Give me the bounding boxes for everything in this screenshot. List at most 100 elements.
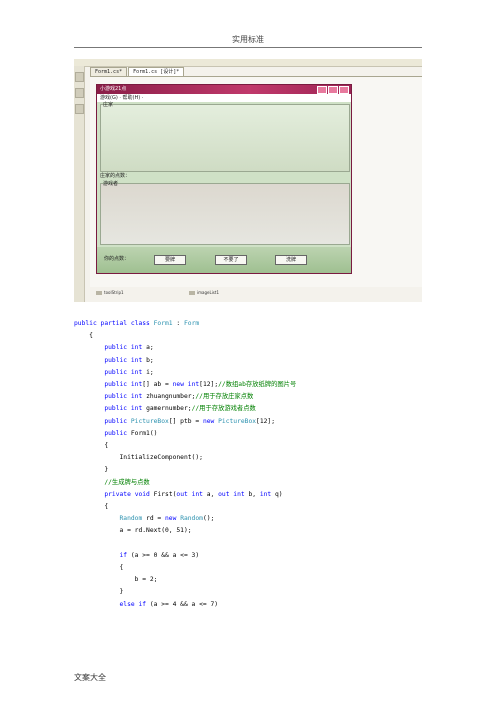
code-line: public int i; [74, 367, 464, 379]
code-line: InitializeComponent(); [74, 452, 464, 464]
code-line: { [74, 501, 464, 513]
hit-button[interactable]: 要牌 [154, 255, 186, 265]
minimize-icon[interactable] [317, 86, 327, 94]
code-token: Random [180, 515, 203, 523]
code-token: (a >= 4 && a <= 7) [149, 600, 219, 608]
ide-toolbar [74, 59, 422, 67]
code-token: //用于存放庄家点数 [195, 393, 254, 401]
page-header: 实用标准 [232, 35, 264, 44]
code-token: PictureBox [218, 417, 257, 425]
ide-screenshot: Form1.cs* Form1.cs [设计]* 小游戏21点 游戏(G) · … [74, 59, 422, 302]
code-token: out [176, 490, 192, 498]
dealer-group-label: 庄家 [103, 102, 114, 108]
close-icon[interactable] [339, 86, 349, 94]
code-token: int [187, 381, 200, 389]
code-token: int [130, 356, 147, 364]
stand-button[interactable]: 不要了 [215, 255, 247, 265]
code-line: a = rd.Next(0, 51); [74, 525, 464, 537]
code-line: public PictureBox[] ptb = new PictureBox… [74, 416, 464, 428]
window-buttons [316, 86, 349, 98]
code-token: public [104, 429, 131, 437]
code-token: new [202, 417, 219, 425]
code-token: b = 2; [134, 576, 158, 584]
code-token: [12]; [199, 381, 219, 389]
code-line: Random rd = new Random(); [74, 513, 464, 525]
component-imagelist[interactable]: imageList1 [189, 290, 219, 295]
code-token: //用于存放游戏者点数 [191, 405, 256, 413]
code-token: InitializeComponent(); [119, 454, 203, 462]
code-token: [] ab = [142, 381, 173, 389]
code-token: int [130, 393, 147, 401]
code-token: { [104, 442, 109, 450]
code-token: public [104, 368, 131, 376]
code-line: public int a; [74, 342, 464, 354]
code-token: Form1 [153, 320, 173, 327]
dealer-score-label: 庄家的点数： [100, 173, 131, 179]
code-token: { [89, 332, 93, 340]
code-token: } [119, 588, 124, 596]
code-token: (a >= 0 && a <= 3) [130, 551, 200, 559]
header-rule [74, 47, 422, 48]
code-token: int [130, 368, 147, 376]
player-group-label: 游戏者 [103, 181, 119, 187]
code-line: public int[] ab = new int[12];//数组ab存放纸牌… [74, 379, 464, 391]
ide-side-toolbox [74, 66, 85, 302]
code-token: new [172, 381, 188, 389]
code-token: rd = [146, 515, 166, 523]
code-token: public [104, 405, 131, 413]
form-window: 小游戏21点 游戏(G) · 帮助(H) · 庄家 庄家的点数： 游戏者 你的点… [96, 84, 352, 274]
code-token: Random [119, 515, 147, 523]
code-line: } [74, 464, 464, 476]
code-token: int [259, 490, 276, 498]
code-token: First( [153, 490, 177, 498]
code-token: if [138, 600, 150, 608]
code-token: Form1() [130, 429, 158, 437]
shuffle-button[interactable]: 洗牌 [275, 255, 307, 265]
tab-form1-designer[interactable]: Form1.cs [设计]* [128, 67, 185, 76]
form-bottom-panel: 你的点数： 要牌 不要了 洗牌 [97, 247, 351, 273]
dealer-groupbox: 庄家 [100, 102, 350, 172]
code-line: else if (a >= 4 && a <= 7) [74, 599, 464, 611]
code-token: [12]; [256, 417, 275, 425]
imagelist-icon [189, 291, 195, 295]
code-line: public int b; [74, 355, 464, 367]
code-line: public int gamernumber;//用于存放游戏者点数 [74, 403, 464, 415]
code-token: int [233, 490, 249, 498]
code-token: PictureBox [130, 417, 169, 425]
editor-tabs: Form1.cs* Form1.cs [设计]* [90, 67, 185, 76]
code-token: out [218, 490, 234, 498]
component-toolstrip[interactable]: toolStrip1 [96, 290, 124, 295]
code-token: //数组ab存放纸牌的图片号 [218, 381, 297, 389]
player-groupbox: 游戏者 [100, 181, 350, 245]
code-token: partial [100, 320, 131, 327]
code-line: //生成牌与点数 [74, 477, 464, 489]
code-token: a, [206, 490, 219, 498]
code-token: : [172, 320, 184, 327]
code-token: void [134, 490, 154, 498]
code-token: Form [183, 320, 200, 327]
code-token: (); [202, 515, 215, 523]
code-token: int [130, 381, 143, 389]
code-token: a; [146, 344, 154, 352]
form-menubar[interactable]: 游戏(G) · 帮助(H) · [97, 94, 351, 102]
code-token: public [104, 393, 131, 401]
code-token: public [104, 417, 131, 425]
code-line: b = 2; [74, 574, 464, 586]
code-line: private void First(out int a, out int b,… [74, 489, 464, 501]
code-token: private [104, 490, 135, 498]
code-token: public [104, 381, 131, 389]
code-token: b, [248, 490, 260, 498]
code-token: { [104, 503, 109, 511]
code-token: } [104, 466, 109, 474]
tab-form1-code[interactable]: Form1.cs* [90, 67, 128, 76]
code-line: public partial class Form1 : Form [74, 318, 464, 330]
code-listing: public partial class Form1 : Form { publ… [74, 318, 464, 611]
maximize-icon[interactable] [328, 86, 338, 94]
code-line: { [74, 330, 464, 342]
code-token: else [119, 600, 139, 608]
code-line: } [74, 586, 464, 598]
code-token: int [191, 490, 207, 498]
code-token: q) [275, 490, 283, 498]
code-token: zhuangnumber; [146, 393, 196, 401]
